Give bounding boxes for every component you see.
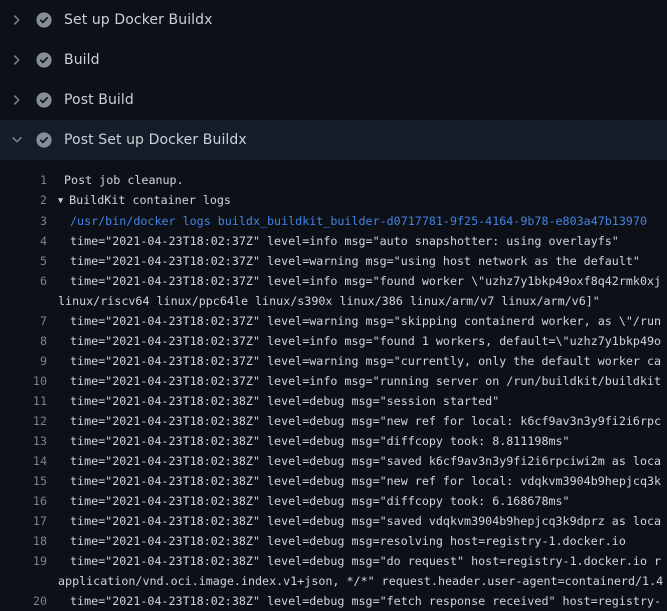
log-line: 15time="2021-04-23T18:02:38Z" level=debu… [0, 471, 667, 491]
log-line-text: time="2021-04-23T18:02:38Z" level=debug … [47, 451, 661, 471]
log-line-text: time="2021-04-23T18:02:38Z" level=debug … [47, 491, 570, 511]
log-line-number[interactable]: 5 [0, 251, 47, 271]
step-row-post-build[interactable]: Post Build [0, 80, 667, 120]
log-line-text: time="2021-04-23T18:02:38Z" level=debug … [47, 411, 661, 431]
log-line-text: time="2021-04-23T18:02:38Z" level=debug … [47, 511, 661, 531]
log-line-text: time="2021-04-23T18:02:37Z" level=warnin… [47, 351, 661, 371]
log-group-toggle[interactable]: ▼BuildKit container logs [47, 190, 231, 211]
step-label: Build [64, 52, 100, 68]
log-lines: 1Post job cleanup.2▼BuildKit container l… [0, 160, 667, 611]
group-collapse-triangle-icon: ▼ [58, 196, 63, 206]
log-line-number[interactable]: 19 [0, 551, 47, 571]
log-line-text: time="2021-04-23T18:02:37Z" level=warnin… [47, 251, 640, 271]
log-line-number[interactable]: 14 [0, 451, 47, 471]
log-line-number[interactable]: 1 [0, 170, 47, 190]
chevron-right-icon [10, 53, 24, 67]
chevron-down-icon [10, 133, 24, 147]
log-line: 1Post job cleanup. [0, 170, 667, 190]
log-line-text: time="2021-04-23T18:02:37Z" level=info m… [47, 331, 661, 351]
log-line: 20time="2021-04-23T18:02:38Z" level=debu… [0, 591, 667, 611]
log-line: 17time="2021-04-23T18:02:38Z" level=debu… [0, 511, 667, 531]
step-label: Post Build [64, 92, 134, 108]
log-line-number[interactable]: 17 [0, 511, 47, 531]
chevron-right-icon [10, 93, 24, 107]
log-line-number[interactable]: 7 [0, 311, 47, 331]
chevron-right-icon [10, 13, 24, 27]
log-line: 19time="2021-04-23T18:02:38Z" level=debu… [0, 551, 667, 571]
log-line-number[interactable]: 11 [0, 391, 47, 411]
log-line-number[interactable]: 18 [0, 531, 47, 551]
log-line: 4time="2021-04-23T18:02:37Z" level=info … [0, 231, 667, 251]
log-line: 5time="2021-04-23T18:02:37Z" level=warni… [0, 251, 667, 271]
log-line: 9time="2021-04-23T18:02:37Z" level=warni… [0, 351, 667, 371]
log-line-number[interactable]: 6 [0, 271, 47, 291]
log-line: linux/riscv64 linux/ppc64le linux/s390x … [0, 291, 667, 311]
actions-log-viewer: { "colors": { "page_bg": "#0d1117", "hea… [0, 0, 667, 600]
log-line: application/vnd.oci.image.index.v1+json,… [0, 571, 667, 591]
log-line-number[interactable]: 20 [0, 591, 47, 611]
log-line-number[interactable]: 8 [0, 331, 47, 351]
log-line: 8time="2021-04-23T18:02:37Z" level=info … [0, 331, 667, 351]
log-line-text: time="2021-04-23T18:02:37Z" level=info m… [47, 371, 661, 391]
log-line-text: time="2021-04-23T18:02:38Z" level=debug … [47, 391, 499, 411]
log-line: 13time="2021-04-23T18:02:38Z" level=debu… [0, 431, 667, 451]
log-line-text: time="2021-04-23T18:02:37Z" level=info m… [47, 231, 619, 251]
step-row-set-up-docker-buildx[interactable]: Set up Docker Buildx [0, 0, 667, 40]
log-line-number[interactable]: 2 [0, 190, 47, 210]
log-line: 2▼BuildKit container logs [0, 190, 667, 211]
log-line-text: time="2021-04-23T18:02:38Z" level=debug … [47, 591, 661, 611]
steps-list: Set up Docker Buildx Build Post Build Post … [0, 0, 667, 160]
check-circle-icon [36, 12, 52, 28]
log-line-number[interactable]: 12 [0, 411, 47, 431]
log-line: 14time="2021-04-23T18:02:38Z" level=debu… [0, 451, 667, 471]
step-row-post-set-up-docker-buildx[interactable]: Post Set up Docker Buildx [0, 120, 667, 160]
log-line-text: time="2021-04-23T18:02:38Z" level=debug … [47, 471, 661, 491]
log-line-text: linux/riscv64 linux/ppc64le linux/s390x … [47, 291, 600, 311]
log-line: 18time="2021-04-23T18:02:38Z" level=debu… [0, 531, 667, 551]
log-line-text: application/vnd.oci.image.index.v1+json,… [47, 571, 663, 591]
check-circle-icon [36, 52, 52, 68]
log-line-number[interactable]: 13 [0, 431, 47, 451]
log-line: 3/usr/bin/docker logs buildx_buildkit_bu… [0, 211, 667, 231]
log-line-text: time="2021-04-23T18:02:37Z" level=info m… [47, 271, 661, 291]
step-row-build[interactable]: Build [0, 40, 667, 80]
step-label: Set up Docker Buildx [64, 12, 213, 28]
log-line: 7time="2021-04-23T18:02:37Z" level=warni… [0, 311, 667, 331]
log-line: 12time="2021-04-23T18:02:38Z" level=debu… [0, 411, 667, 431]
log-line: 10time="2021-04-23T18:02:37Z" level=info… [0, 371, 667, 391]
log-command-text: /usr/bin/docker logs buildx_buildkit_bui… [47, 211, 647, 231]
check-circle-icon [36, 132, 52, 148]
log-line: 11time="2021-04-23T18:02:38Z" level=debu… [0, 391, 667, 411]
log-line-text: time="2021-04-23T18:02:38Z" level=debug … [47, 531, 626, 551]
log-line-number[interactable]: 3 [0, 211, 47, 231]
log-line-number[interactable]: 16 [0, 491, 47, 511]
log-line-number[interactable]: 4 [0, 231, 47, 251]
log-line-text: time="2021-04-23T18:02:38Z" level=debug … [47, 431, 570, 451]
log-line-number[interactable]: 9 [0, 351, 47, 371]
log-line: 16time="2021-04-23T18:02:38Z" level=debu… [0, 491, 667, 511]
check-circle-icon [36, 92, 52, 108]
log-line-number[interactable]: 15 [0, 471, 47, 491]
step-label: Post Set up Docker Buildx [64, 132, 247, 148]
log-line-text: time="2021-04-23T18:02:38Z" level=debug … [47, 551, 661, 571]
log-line: 6time="2021-04-23T18:02:37Z" level=info … [0, 271, 667, 291]
log-line-text: Post job cleanup. [47, 170, 184, 190]
log-line-text: time="2021-04-23T18:02:37Z" level=warnin… [47, 311, 661, 331]
log-line-number[interactable]: 10 [0, 371, 47, 391]
